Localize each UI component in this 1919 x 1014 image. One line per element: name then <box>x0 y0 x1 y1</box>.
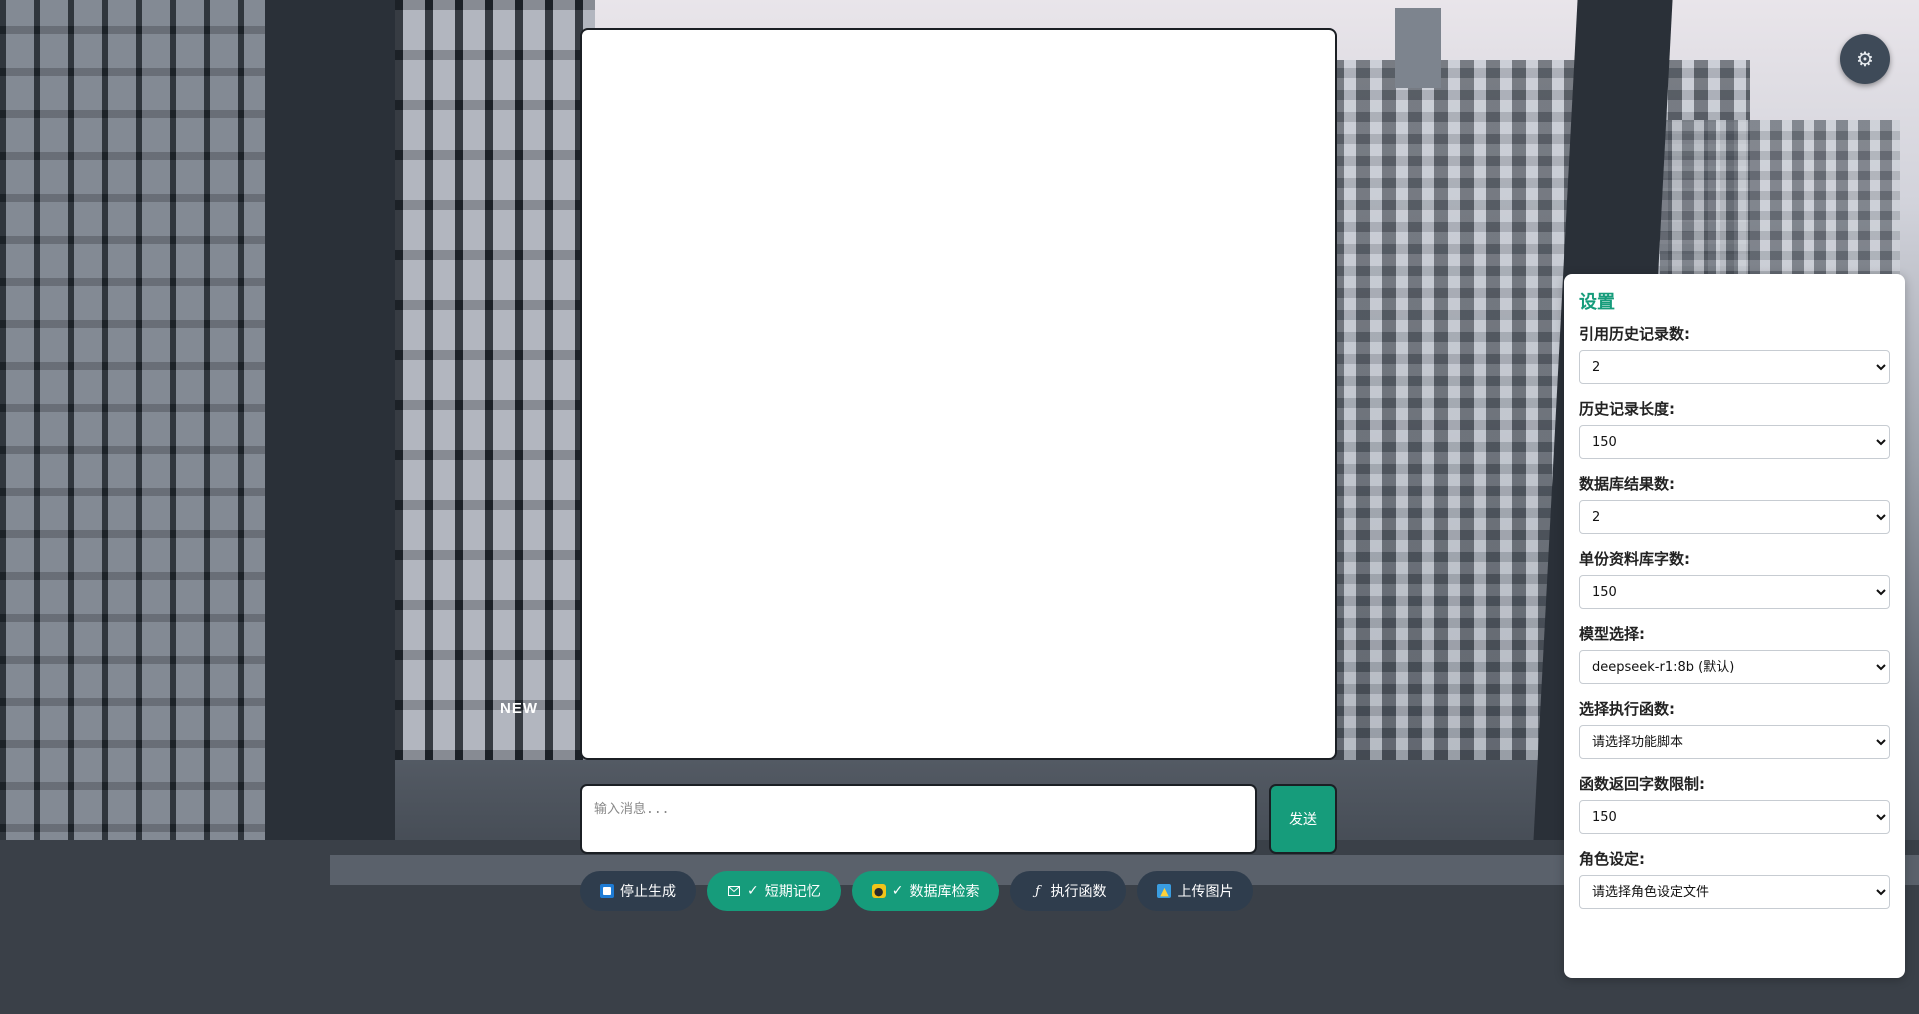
database-search-toggle[interactable]: ● ✓ 数据库检索 <box>851 871 1000 911</box>
stop-generation-button[interactable]: 停止生成 <box>580 871 696 911</box>
function-limit-select[interactable]: 150 <box>1579 800 1890 834</box>
model-select[interactable]: deepseek-r1:8b (默认) <box>1579 650 1890 684</box>
setting-function: 选择执行函数: 请选择功能脚本 <box>1579 699 1890 759</box>
database-search-label: 数据库检索 <box>909 884 980 900</box>
history-length-select[interactable]: 150 <box>1579 425 1890 459</box>
function-icon: ƒ <box>1035 883 1040 899</box>
stop-icon <box>600 884 614 898</box>
send-button[interactable]: 发送 <box>1269 784 1337 854</box>
history-count-select[interactable]: 2 <box>1579 350 1890 384</box>
setting-label: 单份资料库字数: <box>1579 550 1690 568</box>
execute-function-label: 执行函数 <box>1050 884 1107 900</box>
settings-panel: 设置 引用历史记录数: 2 历史记录长度: 150 数据库结果数: 2 单份资料… <box>1564 274 1905 978</box>
setting-function-limit: 函数返回字数限制: 150 <box>1579 774 1890 834</box>
function-select[interactable]: 请选择功能脚本 <box>1579 725 1890 759</box>
envelope-icon <box>727 884 741 898</box>
settings-title: 设置 <box>1579 292 1615 313</box>
setting-label: 历史记录长度: <box>1579 400 1675 418</box>
setting-role: 角色设定: 请选择角色设定文件 <box>1579 849 1890 909</box>
image-icon: ▲ <box>1157 884 1172 898</box>
setting-history-length: 历史记录长度: 150 <box>1579 399 1890 459</box>
check-mark-icon: ✓ <box>747 883 759 899</box>
setting-label: 选择执行函数: <box>1579 700 1675 718</box>
doc-length-select[interactable]: 150 <box>1579 575 1890 609</box>
background-logo: NEW <box>500 700 538 717</box>
role-select[interactable]: 请选择角色设定文件 <box>1579 875 1890 909</box>
background-building-middle <box>395 0 595 760</box>
short-memory-label: 短期记忆 <box>764 884 821 900</box>
chat-history-panel[interactable] <box>580 28 1337 760</box>
database-icon: ● <box>871 884 886 898</box>
setting-label: 数据库结果数: <box>1579 475 1675 493</box>
setting-label: 引用历史记录数: <box>1579 325 1690 343</box>
chat-toolbar: 停止生成 ✓ 短期记忆 ● ✓ 数据库检索 ƒ 执行函数 ▲ 上传图片 <box>580 871 1254 911</box>
setting-history-count: 引用历史记录数: 2 <box>1579 324 1890 384</box>
setting-doc-length: 单份资料库字数: 150 <box>1579 549 1890 609</box>
upload-image-button[interactable]: ▲ 上传图片 <box>1137 871 1254 911</box>
check-mark-icon: ✓ <box>891 883 904 899</box>
setting-label: 模型选择: <box>1579 625 1645 643</box>
setting-label: 函数返回字数限制: <box>1579 775 1705 793</box>
gear-icon: ⚙ <box>1856 48 1874 71</box>
short-memory-toggle[interactable]: ✓ 短期记忆 <box>707 871 841 911</box>
setting-model: 模型选择: deepseek-r1:8b (默认) <box>1579 624 1890 684</box>
db-results-select[interactable]: 2 <box>1579 500 1890 534</box>
execute-function-button[interactable]: ƒ 执行函数 <box>1010 871 1127 911</box>
upload-image-label: 上传图片 <box>1177 884 1234 900</box>
stop-generation-label: 停止生成 <box>620 884 676 900</box>
background-tower <box>1395 8 1441 88</box>
setting-label: 角色设定: <box>1579 850 1645 868</box>
message-input[interactable] <box>580 784 1257 854</box>
setting-db-results: 数据库结果数: 2 <box>1579 474 1890 534</box>
settings-toggle-button[interactable]: ⚙ <box>1840 34 1890 84</box>
